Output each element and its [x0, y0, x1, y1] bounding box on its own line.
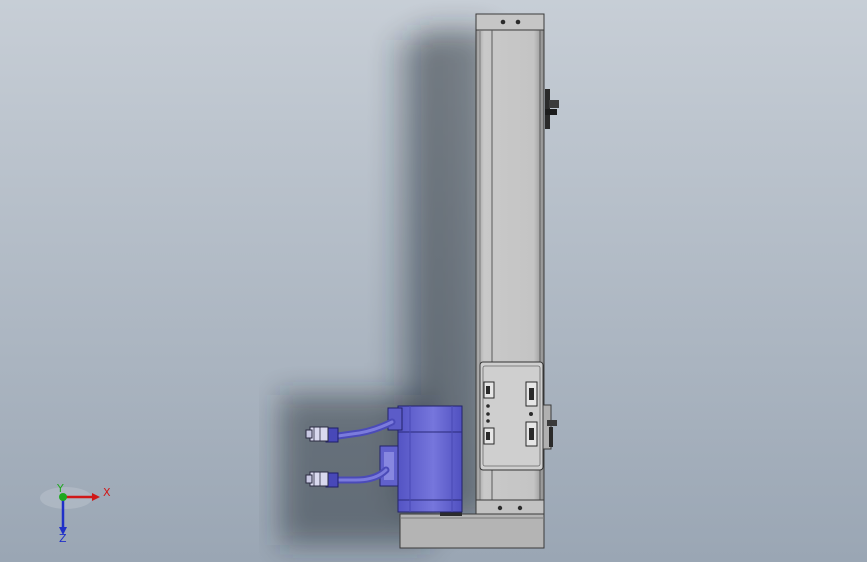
endcap-screw-icon — [515, 19, 521, 25]
endcap-screw-icon — [497, 505, 503, 511]
rail-top-endcap[interactable] — [475, 13, 545, 31]
x-axis-label: X — [103, 486, 111, 499]
rail-carriage[interactable] — [479, 361, 544, 471]
y-axis-label: Y — [56, 482, 64, 495]
endcap-screw-icon — [500, 19, 506, 25]
z-axis-label: Z — [59, 532, 67, 545]
endcap-screw-icon — [517, 505, 523, 511]
graphics-viewport[interactable]: X Y Z — [0, 0, 867, 562]
cad-scene[interactable]: X Y Z — [0, 0, 867, 562]
rail-bottom-endcap[interactable] — [475, 499, 545, 515]
